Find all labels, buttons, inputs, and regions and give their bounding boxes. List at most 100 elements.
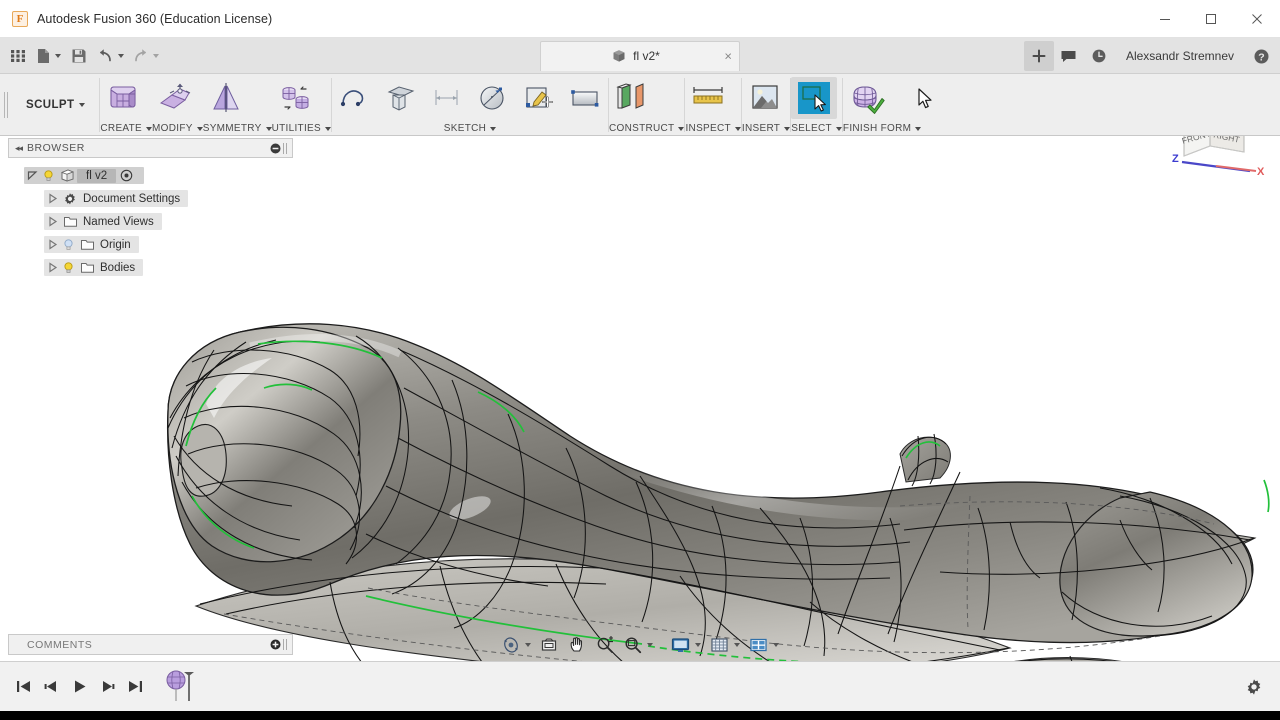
look-at-button[interactable] xyxy=(535,631,563,659)
panel-resize-grip[interactable] xyxy=(282,638,288,652)
maximize-icon[interactable] xyxy=(1188,0,1234,38)
window-controls xyxy=(1142,0,1280,38)
timeline-step-forward[interactable] xyxy=(94,672,120,702)
utilities-convert-button[interactable] xyxy=(272,77,318,119)
timeline-play[interactable] xyxy=(66,672,92,702)
ribbon-group-insert-label[interactable]: INSERT xyxy=(742,121,790,136)
add-button[interactable] xyxy=(1024,41,1054,71)
ribbon-group-finish-form-label[interactable]: FINISH FORM xyxy=(843,121,921,136)
construct-plane-button[interactable] xyxy=(609,77,655,119)
timeline-controls xyxy=(0,672,148,702)
chevron-down-icon xyxy=(647,643,653,647)
timeline-settings-button[interactable] xyxy=(1240,673,1268,701)
sketch-create-plane-button[interactable] xyxy=(378,77,424,119)
create-form-button[interactable] xyxy=(100,77,146,119)
lightbulb-on-icon[interactable] xyxy=(40,167,57,184)
comments-title: COMMENTS xyxy=(13,639,268,651)
close-icon[interactable]: × xyxy=(724,50,732,63)
ribbon-group-sketch-label[interactable]: SKETCH xyxy=(332,121,608,136)
lightbulb-off-icon[interactable] xyxy=(60,236,77,253)
workspace-label: SCULPT xyxy=(26,99,74,111)
expand-arrow-icon[interactable] xyxy=(44,213,60,230)
minimize-icon[interactable] xyxy=(1142,0,1188,38)
timeline-feature-sculpt[interactable] xyxy=(164,667,198,707)
inspect-measure-button[interactable] xyxy=(685,77,731,119)
chevron-down-icon xyxy=(773,643,779,647)
ribbon-group-symmetry-label[interactable]: SYMMETRY xyxy=(203,121,272,136)
minus-circle-icon[interactable] xyxy=(268,141,282,155)
sketch-dimension-button[interactable] xyxy=(424,77,470,119)
comments-panel[interactable]: COMMENTS xyxy=(8,634,293,655)
display-settings-button[interactable] xyxy=(666,631,705,659)
ribbon-grip[interactable] xyxy=(0,74,12,136)
chevron-down-icon xyxy=(79,103,85,107)
user-name[interactable]: Alexsandr Stremnev xyxy=(1114,49,1246,63)
new-file-button[interactable] xyxy=(32,41,65,71)
symmetry-mirror-button[interactable] xyxy=(203,77,249,119)
timeline-skip-end[interactable] xyxy=(122,672,148,702)
group-label-text: MODIFY xyxy=(152,123,193,134)
document-tab[interactable]: fl v2* × xyxy=(540,41,740,71)
ribbon-group-construct-label[interactable]: CONSTRUCT xyxy=(609,121,684,136)
fit-button[interactable] xyxy=(619,631,657,659)
chevron-down-icon xyxy=(325,127,331,131)
sketch-spline-button[interactable] xyxy=(332,77,378,119)
close-icon[interactable] xyxy=(1234,0,1280,38)
select-window-button[interactable] xyxy=(791,77,837,119)
viewports-button[interactable] xyxy=(744,631,783,659)
browser-item-named-views[interactable]: Named Views xyxy=(8,210,293,233)
panel-resize-grip[interactable] xyxy=(282,141,288,155)
group-label-text: INSPECT xyxy=(685,123,730,134)
help-question-icon[interactable]: ? xyxy=(1246,41,1276,71)
view-cube[interactable]: FRONT RIGHT Z X xyxy=(1158,136,1270,178)
browser-item-origin[interactable]: Origin xyxy=(8,233,293,256)
save-button[interactable] xyxy=(65,41,93,71)
timeline-step-back[interactable] xyxy=(38,672,64,702)
expand-arrow-icon[interactable] xyxy=(44,190,60,207)
sketch-circle-button[interactable] xyxy=(470,77,516,119)
expand-arrow-icon[interactable] xyxy=(24,167,40,184)
ribbon-group-select-label[interactable]: SELECT xyxy=(791,121,842,136)
browser-item-document-settings[interactable]: Document Settings xyxy=(8,187,293,210)
zoom-button[interactable] xyxy=(591,631,619,659)
folder-icon xyxy=(77,236,97,253)
modify-edit-form-button[interactable] xyxy=(152,77,198,119)
redo-button[interactable] xyxy=(128,41,163,71)
grid-snaps-button[interactable] xyxy=(705,631,744,659)
group-label-text: UTILITIES xyxy=(272,123,321,134)
orbit-button[interactable] xyxy=(497,631,535,659)
ribbon-group-modify-label[interactable]: MODIFY xyxy=(152,121,203,136)
axis-x-label: X xyxy=(1257,166,1265,178)
title-bar: Autodesk Fusion 360 (Education License) xyxy=(0,0,1280,38)
timeline-skip-start[interactable] xyxy=(10,672,36,702)
browser-item-bodies[interactable]: Bodies xyxy=(8,256,293,279)
group-label-text: SKETCH xyxy=(444,123,486,134)
sketch-rectangle-button[interactable] xyxy=(562,77,608,119)
expand-arrow-icon[interactable] xyxy=(44,259,60,276)
ribbon-group-utilities-label[interactable]: UTILITIES xyxy=(272,121,331,136)
target-dot-icon[interactable] xyxy=(116,167,136,184)
plus-circle-icon[interactable] xyxy=(268,638,282,652)
browser-root-row[interactable]: fl v2 xyxy=(8,164,293,187)
purple-sphere-form-icon xyxy=(164,667,198,707)
clock-history-icon[interactable] xyxy=(1084,41,1114,71)
workspace-switcher-sculpt[interactable]: SCULPT xyxy=(12,74,99,136)
comment-bubble-icon[interactable] xyxy=(1054,41,1084,71)
sketch-create-sketch-button[interactable] xyxy=(516,77,562,119)
gear-icon xyxy=(1245,678,1263,696)
ribbon-group-inspect-label[interactable]: INSPECT xyxy=(685,121,740,136)
ribbon-group-create-label[interactable]: CREATE xyxy=(100,121,152,136)
ribbon-group-modify: MODIFY xyxy=(152,74,203,136)
pan-button[interactable] xyxy=(563,631,591,659)
axis-z-label: Z xyxy=(1172,153,1179,165)
app-grid-button[interactable] xyxy=(4,41,32,71)
browser-root-label: fl v2 xyxy=(77,169,116,183)
undo-button[interactable] xyxy=(93,41,128,71)
lightbulb-on-icon[interactable] xyxy=(60,259,77,276)
document-cube-icon xyxy=(57,167,77,184)
finish-form-button[interactable] xyxy=(843,77,889,119)
group-label-text: CONSTRUCT xyxy=(609,123,674,134)
collapse-left-icon[interactable]: ◂◂ xyxy=(13,143,27,154)
insert-image-button[interactable] xyxy=(742,77,788,119)
expand-arrow-icon[interactable] xyxy=(44,236,60,253)
